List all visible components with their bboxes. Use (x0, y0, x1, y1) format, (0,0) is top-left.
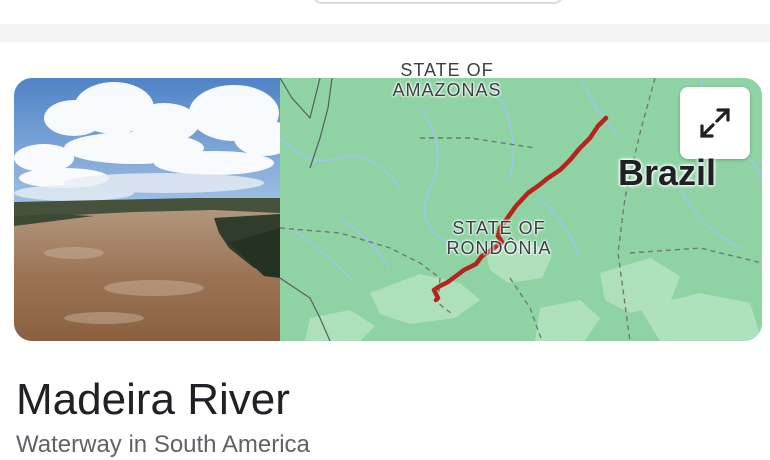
map-label-country: Brazil (618, 152, 717, 193)
river-photo[interactable] (14, 78, 280, 341)
map-label-line: RONDÔNIA (446, 238, 552, 258)
map-label-line: STATE OF (400, 60, 494, 80)
expand-map-button[interactable] (680, 87, 750, 159)
map-label-rondonia: STATE OF RONDÔNIA (424, 218, 574, 258)
top-strip (0, 0, 770, 24)
map-label-amazonas: STATE OF AMAZONAS (372, 60, 522, 100)
knowledge-panel-media-card[interactable] (14, 78, 762, 341)
map-label-line: AMAZONAS (392, 80, 502, 100)
entity-title: Madeira River (16, 375, 290, 424)
section-divider (0, 24, 770, 42)
expand-arrows-icon (700, 108, 730, 138)
search-bar-edge[interactable] (312, 0, 564, 4)
map-label-line: STATE OF (452, 218, 546, 238)
entity-subtitle: Waterway in South America (16, 431, 310, 458)
